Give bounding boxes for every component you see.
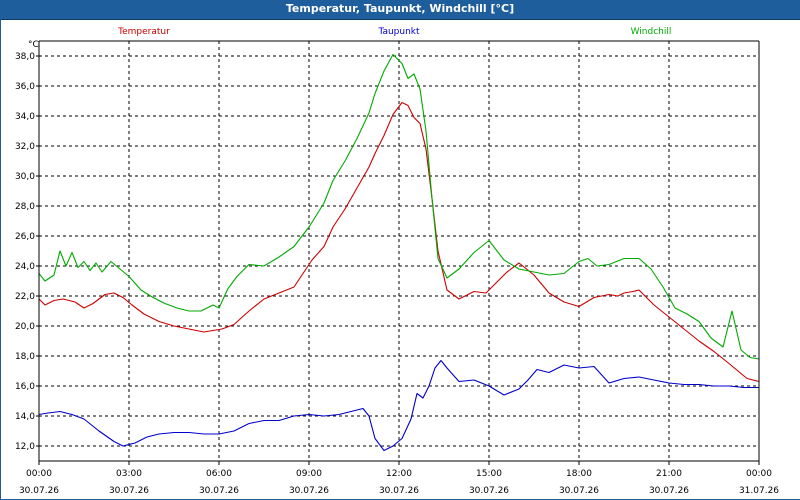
x-tick-date-label: 30.07.26: [649, 486, 689, 496]
y-tick-label: 30,0: [15, 172, 35, 182]
x-tick-date-label: 30.07.26: [379, 486, 419, 496]
y-tick-label: 16,0: [15, 382, 35, 392]
legend-label-taupunkt: Taupunkt: [377, 27, 420, 37]
y-axis-unit-label: °C: [28, 40, 39, 50]
x-tick-time-label: 12:00: [386, 469, 412, 479]
y-tick-label: 28,0: [15, 202, 35, 212]
x-tick-time-label: 21:00: [656, 469, 682, 479]
legend-label-windchill: Windchill: [631, 27, 672, 37]
line-chart: 12,0 14,0 16,0 18,0 20,0 22,0 24,0 26,0 28,0 30,0…: [15, 27, 779, 496]
y-tick-label: 26,0: [15, 232, 35, 242]
x-tick-time-label: 03:00: [116, 469, 142, 479]
y-tick-label: 20,0: [15, 322, 35, 332]
x-tick-date-label: 30.07.26: [469, 486, 509, 496]
y-tick-label: 12,0: [15, 442, 35, 452]
x-tick-date-label: 31.07.26: [739, 486, 779, 496]
chart-frame: 12,0 14,0 16,0 18,0 20,0 22,0 24,0 26,0 28,0 30,0…: [0, 19, 800, 500]
x-tick-date-label: 30.07.26: [289, 486, 329, 496]
y-tick-label: 22,0: [15, 292, 35, 302]
x-tick-date-label: 30.07.26: [559, 486, 599, 496]
x-tick-time-label: 00:00: [26, 469, 52, 479]
x-tick-time-label: 15:00: [476, 469, 502, 479]
y-tick-label: 14,0: [15, 412, 35, 422]
y-tick-label: 38,0: [15, 52, 35, 62]
y-tick-label: 24,0: [15, 262, 35, 272]
x-tick-date-label: 30.07.26: [199, 486, 239, 496]
x-tick-date-label: 30.07.26: [19, 486, 59, 496]
y-tick-label: 34,0: [15, 112, 35, 122]
x-tick-date-label: 30.07.26: [109, 486, 149, 496]
legend: Temperatur Taupunkt Windchill: [117, 27, 671, 37]
x-tick-time-label: 00:00: [746, 469, 772, 479]
y-tick-label: 18,0: [15, 352, 35, 362]
y-tick-label: 36,0: [15, 82, 35, 92]
window-title: Temperatur, Taupunkt, Windchill [°C]: [0, 0, 800, 20]
legend-label-temperatur: Temperatur: [117, 27, 170, 37]
x-tick-time-label: 06:00: [206, 469, 232, 479]
x-tick-time-label: 09:00: [296, 469, 322, 479]
x-tick-time-label: 18:00: [566, 469, 592, 479]
y-tick-label: 32,0: [15, 142, 35, 152]
